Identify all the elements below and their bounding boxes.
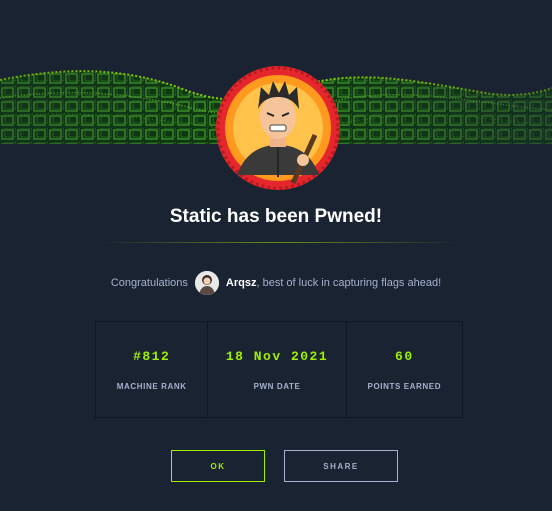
points-earned-value: 60 (395, 348, 414, 364)
page-title: Static has been Pwned! (169, 206, 383, 227)
user-avatar (194, 271, 219, 295)
machine-avatar-badge (215, 65, 341, 191)
stat-points-earned: 60 POINTS EARNED (347, 322, 462, 417)
pwn-date-value: 18 Nov 2021 (225, 348, 329, 364)
machine-rank-value: #812 (133, 348, 171, 364)
username-link[interactable]: Arqsz (226, 277, 257, 289)
congrats-suffix: , best of luck in capturing flags ahead! (256, 277, 442, 289)
machine-rank-label: MACHINE RANK (116, 381, 187, 391)
pwn-date-label: PWN DATE (253, 381, 301, 391)
title-divider (100, 242, 460, 243)
ok-button[interactable]: OK (171, 450, 265, 482)
share-button[interactable]: SHARE (284, 450, 398, 482)
congrats-message: Congratulations Arqsz , best of luck in … (0, 271, 552, 295)
stat-pwn-date: 18 Nov 2021 PWN DATE (208, 322, 347, 417)
congrats-prefix: Congratulations (110, 277, 188, 289)
points-earned-label: POINTS EARNED (367, 381, 442, 391)
pwn-stats-panel: #812 MACHINE RANK 18 Nov 2021 PWN DATE 6… (95, 321, 463, 418)
stat-machine-rank: #812 MACHINE RANK (96, 322, 209, 417)
